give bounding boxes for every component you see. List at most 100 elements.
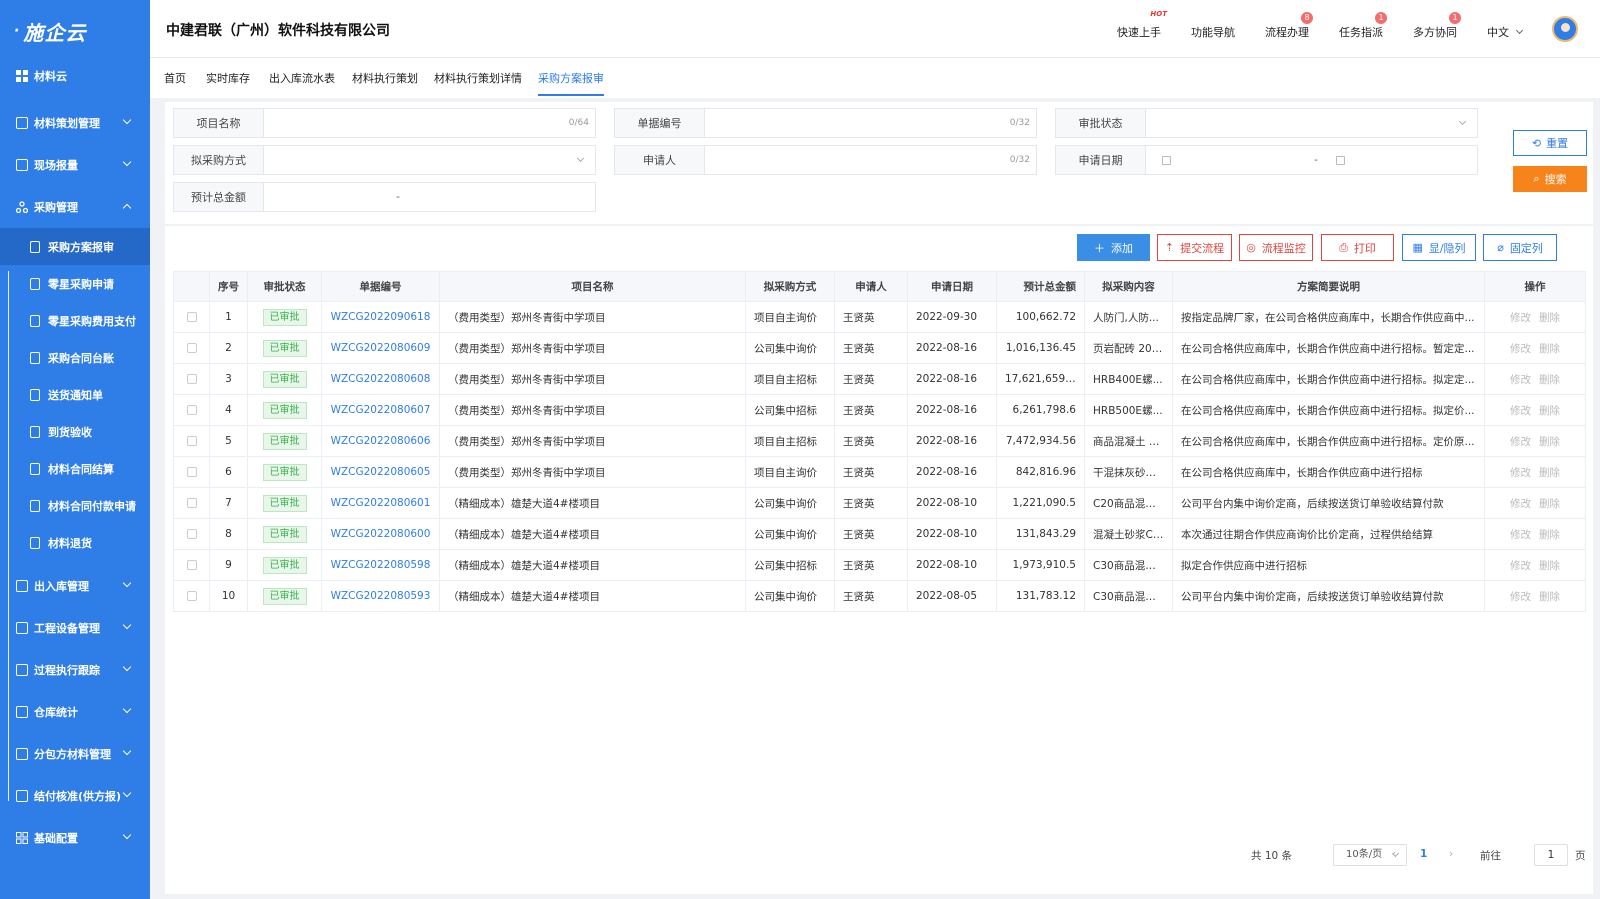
tab-inventory[interactable]: 实时库存	[206, 70, 250, 86]
tab-inout-flow[interactable]: 出入库流水表	[269, 70, 335, 86]
app-logo[interactable]: · 施企云	[0, 0, 150, 62]
fixed-columns-button[interactable]: ⌀ 固定列	[1483, 234, 1557, 261]
total-amount-range[interactable]: -	[264, 183, 595, 211]
table-row[interactable]: 10 已审批 WZCG2022080593 （精细成本）雄楚大道4#楼项目 公司集中询价…	[173, 580, 1586, 612]
checkbox[interactable]	[186, 529, 197, 539]
checkbox[interactable]	[186, 312, 197, 322]
checkbox[interactable]	[186, 498, 197, 508]
delete-button[interactable]: 删除	[1539, 405, 1560, 417]
next-page-button[interactable]: ›	[1449, 848, 1453, 860]
row-checkbox[interactable]	[173, 549, 210, 581]
row-code[interactable]: WZCG2022090618	[321, 301, 440, 333]
checkbox[interactable]	[186, 374, 197, 384]
sidebar-sub-material-return[interactable]: 材料退货	[0, 524, 150, 561]
table-row[interactable]: 6 已审批 WZCG2022080605 （费用类型）郑州冬青街中学项目 项目自主询价王…	[173, 456, 1586, 488]
language-select[interactable]: 中文	[1487, 18, 1524, 40]
delete-button[interactable]: 删除	[1539, 560, 1560, 572]
print-button[interactable]: ⎙ 打印	[1321, 234, 1394, 261]
current-page[interactable]: 1	[1420, 848, 1427, 860]
row-code[interactable]: WZCG2022080606	[321, 425, 440, 457]
table-row[interactable]: 2 已审批 WZCG2022080609 （费用类型）郑州冬青街中学项目 公司集中询价王…	[173, 332, 1586, 364]
row-checkbox[interactable]	[173, 487, 210, 519]
function-nav-link[interactable]: 功能导航	[1191, 18, 1235, 40]
tab-exec-plan-detail[interactable]: 材料执行策划详情	[434, 70, 522, 86]
sidebar-item-settlement[interactable]: 结付核准(供方报)	[0, 775, 150, 817]
tab-exec-plan[interactable]: 材料执行策划	[352, 70, 418, 86]
project-name-input[interactable]: 0/64	[264, 109, 595, 137]
sidebar-sub-arrival-check[interactable]: 到货验收	[0, 413, 150, 450]
row-checkbox[interactable]	[173, 425, 210, 457]
edit-button[interactable]: 修改	[1510, 436, 1531, 448]
applicant-input[interactable]: 0/32	[705, 146, 1036, 174]
table-row[interactable]: 5 已审批 WZCG2022080606 （费用类型）郑州冬青街中学项目 项目自主招标王…	[173, 425, 1586, 457]
row-checkbox[interactable]	[173, 580, 210, 612]
apply-date-range[interactable]: -	[1146, 146, 1477, 174]
table-row[interactable]: 9 已审批 WZCG2022080598 （精细成本）雄楚大道4#楼项目 公司集中招标王…	[173, 549, 1586, 581]
table-row[interactable]: 7 已审批 WZCG2022080601 （精细成本）雄楚大道4#楼项目 公司集中询价王…	[173, 487, 1586, 519]
prev-page-button[interactable]: ‹	[1392, 848, 1396, 860]
edit-button[interactable]: 修改	[1510, 498, 1531, 510]
row-checkbox[interactable]	[173, 394, 210, 426]
row-checkbox[interactable]	[173, 332, 210, 364]
sidebar-item-material-cloud[interactable]: 材料云	[0, 62, 150, 90]
sidebar-sub-contract-settle[interactable]: 材料合同结算	[0, 450, 150, 487]
delete-button[interactable]: 删除	[1539, 591, 1560, 603]
flow-monitor-button[interactable]: ◎ 流程监控	[1239, 234, 1313, 261]
page-number-input[interactable]: 1	[1534, 844, 1568, 866]
row-checkbox[interactable]	[173, 363, 210, 395]
edit-button[interactable]: 修改	[1510, 560, 1531, 572]
row-code[interactable]: WZCG2022080605	[321, 456, 440, 488]
checkbox[interactable]	[186, 467, 197, 477]
sidebar-item-purchase[interactable]: 采购管理	[0, 186, 150, 228]
checkbox[interactable]	[186, 560, 197, 570]
delete-button[interactable]: 删除	[1539, 498, 1560, 510]
sidebar-sub-small-purchase[interactable]: 零星采购申请	[0, 265, 150, 302]
table-row[interactable]: 8 已审批 WZCG2022080600 （精细成本）雄楚大道4#楼项目 公司集中询价王…	[173, 518, 1586, 550]
add-button[interactable]: ＋添加	[1077, 234, 1150, 261]
delete-button[interactable]: 删除	[1539, 312, 1560, 324]
sidebar-item-site-report[interactable]: 现场报量	[0, 144, 150, 186]
purchase-method-select[interactable]	[264, 146, 595, 174]
edit-button[interactable]: 修改	[1510, 529, 1531, 541]
edit-button[interactable]: 修改	[1510, 374, 1531, 386]
toggle-columns-button[interactable]: ▦ 显/隐列	[1402, 234, 1476, 261]
sidebar-sub-contract-payment[interactable]: 材料合同付款申请	[0, 487, 150, 524]
sidebar-sub-small-payment[interactable]: 零星采购费用支付	[0, 302, 150, 339]
checkbox[interactable]	[186, 436, 197, 446]
sidebar-item-config[interactable]: 基础配置	[0, 817, 150, 859]
sidebar-item-equipment[interactable]: 工程设备管理	[0, 607, 150, 649]
avatar[interactable]	[1552, 16, 1578, 42]
row-checkbox[interactable]	[173, 301, 210, 333]
row-code[interactable]: WZCG2022080593	[321, 580, 440, 612]
row-checkbox[interactable]	[173, 518, 210, 550]
search-button[interactable]: ⌕ 搜索	[1513, 166, 1587, 192]
row-code[interactable]: WZCG2022080600	[321, 518, 440, 550]
reset-button[interactable]: ⟲ 重置	[1513, 130, 1587, 156]
quick-start-link[interactable]: 快速上手 HOT	[1117, 10, 1167, 40]
sidebar-sub-purchase-plan[interactable]: 采购方案报审	[0, 228, 150, 265]
workflow-link[interactable]: 流程办理 8	[1265, 12, 1313, 40]
row-code[interactable]: WZCG2022080608	[321, 363, 440, 395]
row-code[interactable]: WZCG2022080601	[321, 487, 440, 519]
checkbox[interactable]	[186, 591, 197, 601]
edit-button[interactable]: 修改	[1510, 312, 1531, 324]
collab-link[interactable]: 多方协同 1	[1413, 12, 1461, 40]
row-code[interactable]: WZCG2022080609	[321, 332, 440, 364]
approval-status-select[interactable]	[1146, 109, 1477, 137]
edit-button[interactable]: 修改	[1510, 591, 1531, 603]
row-checkbox[interactable]	[173, 456, 210, 488]
delete-button[interactable]: 删除	[1539, 467, 1560, 479]
sidebar-item-warehouse[interactable]: 仓库统计	[0, 691, 150, 733]
delete-button[interactable]: 删除	[1539, 436, 1560, 448]
submit-flow-button[interactable]: ⇡ 提交流程	[1157, 234, 1232, 261]
delete-button[interactable]: 删除	[1539, 343, 1560, 355]
table-row[interactable]: 4 已审批 WZCG2022080607 （费用类型）郑州冬青街中学项目 公司集中招标王…	[173, 394, 1586, 426]
delete-button[interactable]: 删除	[1539, 529, 1560, 541]
table-row[interactable]: 1 已审批 WZCG2022090618 （费用类型）郑州冬青街中学项目 项目自主询价王…	[173, 301, 1586, 333]
select-all-checkbox[interactable]	[173, 271, 210, 302]
edit-button[interactable]: 修改	[1510, 405, 1531, 417]
edit-button[interactable]: 修改	[1510, 343, 1531, 355]
checkbox[interactable]	[186, 343, 197, 353]
sidebar-item-subcontract[interactable]: 分包方材料管理	[0, 733, 150, 775]
sidebar-item-material-plan[interactable]: 材料策划管理	[0, 102, 150, 144]
